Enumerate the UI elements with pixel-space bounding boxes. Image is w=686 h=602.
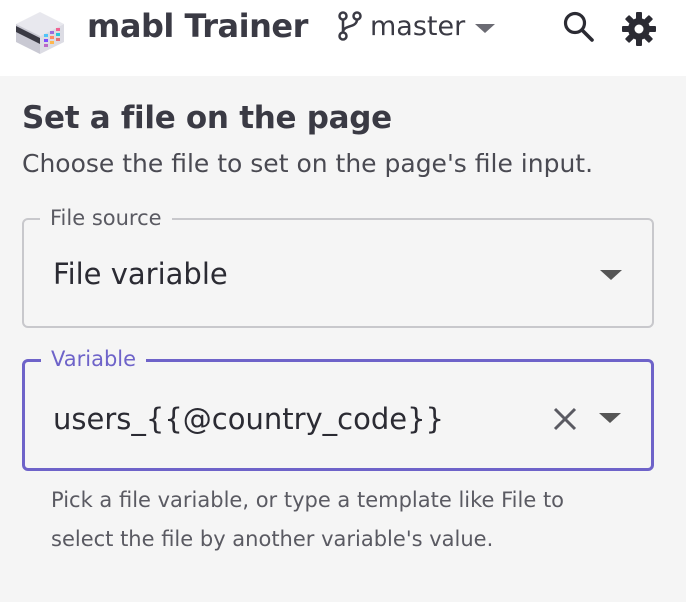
search-icon[interactable] bbox=[562, 10, 596, 44]
variable-helper-text: Pick a file variable, or type a template… bbox=[51, 488, 565, 551]
app-title: mabl Trainer bbox=[87, 7, 308, 45]
variable-combobox[interactable]: Variable users_{{@country_code}} bbox=[22, 345, 654, 471]
chevron-down-icon[interactable] bbox=[600, 270, 622, 280]
branch-name: master bbox=[370, 10, 466, 42]
page-title: Set a file on the page bbox=[22, 100, 392, 136]
git-branch-icon bbox=[338, 11, 362, 41]
variable-input[interactable]: users_{{@country_code}} bbox=[53, 399, 444, 439]
top-bar: mabl Trainer master bbox=[0, 0, 686, 76]
mabl-logo bbox=[16, 12, 64, 54]
file-source-label: File source bbox=[40, 204, 172, 232]
file-source-select[interactable]: File source File variable bbox=[22, 204, 654, 328]
gear-icon[interactable] bbox=[620, 10, 658, 48]
variable-label: Variable bbox=[41, 345, 147, 373]
close-icon[interactable] bbox=[551, 405, 579, 433]
page-subtitle: Choose the file to set on the page's fil… bbox=[22, 149, 594, 178]
branch-selector[interactable]: master bbox=[336, 8, 496, 44]
chevron-down-icon bbox=[475, 23, 496, 33]
file-source-value: File variable bbox=[53, 257, 228, 291]
chevron-down-icon[interactable] bbox=[599, 413, 621, 423]
